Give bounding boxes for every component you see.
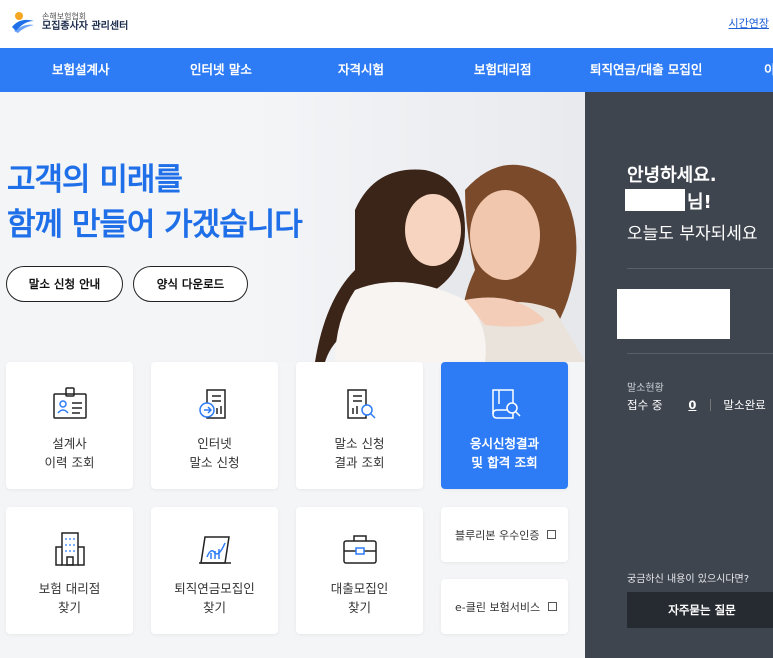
card-find-agency[interactable]: 보험 대리점 찾기 xyxy=(6,507,133,634)
logo-org-name: 손해보험협회 xyxy=(42,11,87,21)
external-link-icon xyxy=(547,530,557,539)
cancel-status-row: 접수 중 0 말소완료 xyxy=(627,397,766,413)
building-icon xyxy=(50,529,90,569)
card-find-loan-agent[interactable]: 대출모집인 찾기 xyxy=(296,507,423,634)
faq-prompt: 궁금하신 내용이 있으시다면? xyxy=(627,574,750,585)
hero-title-line2: 함께 만들어 가겠습니다 xyxy=(7,207,303,243)
card-eclean-service[interactable]: e-클린 보험서비스 xyxy=(441,579,568,634)
faq-button[interactable]: 자주묻는 질문 xyxy=(627,592,773,628)
logo-mark-icon xyxy=(10,9,36,35)
card-find-pension-agent[interactable]: 퇴직연금모집인 찾기 xyxy=(151,507,278,634)
card-label-line1: 대출모집인 xyxy=(330,581,389,596)
card-label-line1: 설계사 xyxy=(52,436,87,451)
hero-section: 고객의 미래를 함께 만들어 가겠습니다 말소 신청 안내 양식 다운로드 설계… xyxy=(0,92,585,658)
nav-item-agency[interactable]: 보험대리점 xyxy=(474,48,532,92)
card-label-line1: 응시신청결과 xyxy=(469,436,539,451)
cancel-guide-button[interactable]: 말소 신청 안내 xyxy=(6,266,123,302)
redacted-user-name xyxy=(625,189,685,211)
hero-title-line1: 고객의 미래를 xyxy=(7,162,183,198)
card-label-line2: 찾기 xyxy=(57,600,81,615)
card-planner-history[interactable]: 설계사 이력 조회 xyxy=(6,362,133,489)
form-download-button[interactable]: 양식 다운로드 xyxy=(133,266,248,302)
card-label-line1: 퇴직연금모집인 xyxy=(174,581,255,596)
card-label-line1: 말소 신청 xyxy=(334,436,385,451)
nav-item-pension-loan[interactable]: 퇴직연금/대출 모집인 xyxy=(590,48,702,92)
site-logo[interactable]: 손해보험협회 모집종사자 관리센터 xyxy=(10,9,128,35)
main-navigation: 보험설계사 인터넷 말소 자격시험 보험대리점 퇴직연금/대출 모집인 이 xyxy=(0,48,773,92)
cancel-status-label: 말소현황 xyxy=(627,383,664,394)
status-receiving-count[interactable]: 0 xyxy=(688,398,696,412)
card-blue-ribbon[interactable]: 블루리본 우수인증 xyxy=(441,507,568,562)
extend-time-link[interactable]: 시간연장 xyxy=(729,15,769,31)
card-label-line2: 이력 조회 xyxy=(44,455,95,470)
nav-item-internet-cancel[interactable]: 인터넷 말소 xyxy=(190,48,252,92)
external-link-icon xyxy=(548,602,558,611)
status-separator xyxy=(710,399,712,411)
status-done-label: 말소완료 xyxy=(723,398,766,412)
panel-divider xyxy=(627,268,773,269)
panel-divider xyxy=(627,353,773,354)
book-search-icon xyxy=(485,384,525,424)
nav-item-planner[interactable]: 보험설계사 xyxy=(52,48,110,92)
redacted-user-info xyxy=(617,289,730,339)
card-cancel-result[interactable]: 말소 신청 결과 조회 xyxy=(296,362,423,489)
hero-mother-daughter-photo xyxy=(315,150,585,390)
document-arrow-icon xyxy=(195,384,235,424)
card-internet-cancel[interactable]: 인터넷 말소 신청 xyxy=(151,362,278,489)
top-header: 손해보험협회 모집종사자 관리센터 시간연장 xyxy=(0,0,773,48)
nav-item-exam[interactable]: 자격시험 xyxy=(338,48,384,92)
card-label-line2: 찾기 xyxy=(347,600,371,615)
card-label-line1: 인터넷 xyxy=(197,436,232,451)
card-label: e-클린 보험서비스 xyxy=(455,600,541,614)
logo-site-name: 모집종사자 관리센터 xyxy=(42,20,129,32)
card-label: 블루리본 우수인증 xyxy=(455,528,540,542)
card-label-line2: 찾기 xyxy=(202,600,226,615)
status-receiving-label: 접수 중 xyxy=(627,398,663,412)
greeting-name-suffix: 님! xyxy=(687,192,712,213)
chart-monitor-icon xyxy=(195,529,235,569)
card-label-line2: 결과 조회 xyxy=(334,455,385,470)
briefcase-icon xyxy=(340,529,380,569)
card-label-line2: 말소 신청 xyxy=(189,455,240,470)
card-label-line1: 보험 대리점 xyxy=(38,581,101,596)
hero-title: 고객의 미래를 함께 만들어 가겠습니다 xyxy=(7,158,303,248)
greeting-text: 안녕하세요. xyxy=(627,165,717,186)
user-panel: 안녕하세요. 님! 오늘도 부자되세요 말소현황 접수 중 0 말소완료 궁금하… xyxy=(585,92,773,658)
id-card-icon xyxy=(50,384,90,424)
card-exam-result[interactable]: 응시신청결과 및 합격 조회 xyxy=(441,362,568,489)
greeting-subtext: 오늘도 부자되세요 xyxy=(627,224,758,244)
card-label-line2: 및 합격 조회 xyxy=(471,455,538,470)
nav-item-more[interactable]: 이 xyxy=(764,48,773,92)
document-search-icon xyxy=(340,384,380,424)
